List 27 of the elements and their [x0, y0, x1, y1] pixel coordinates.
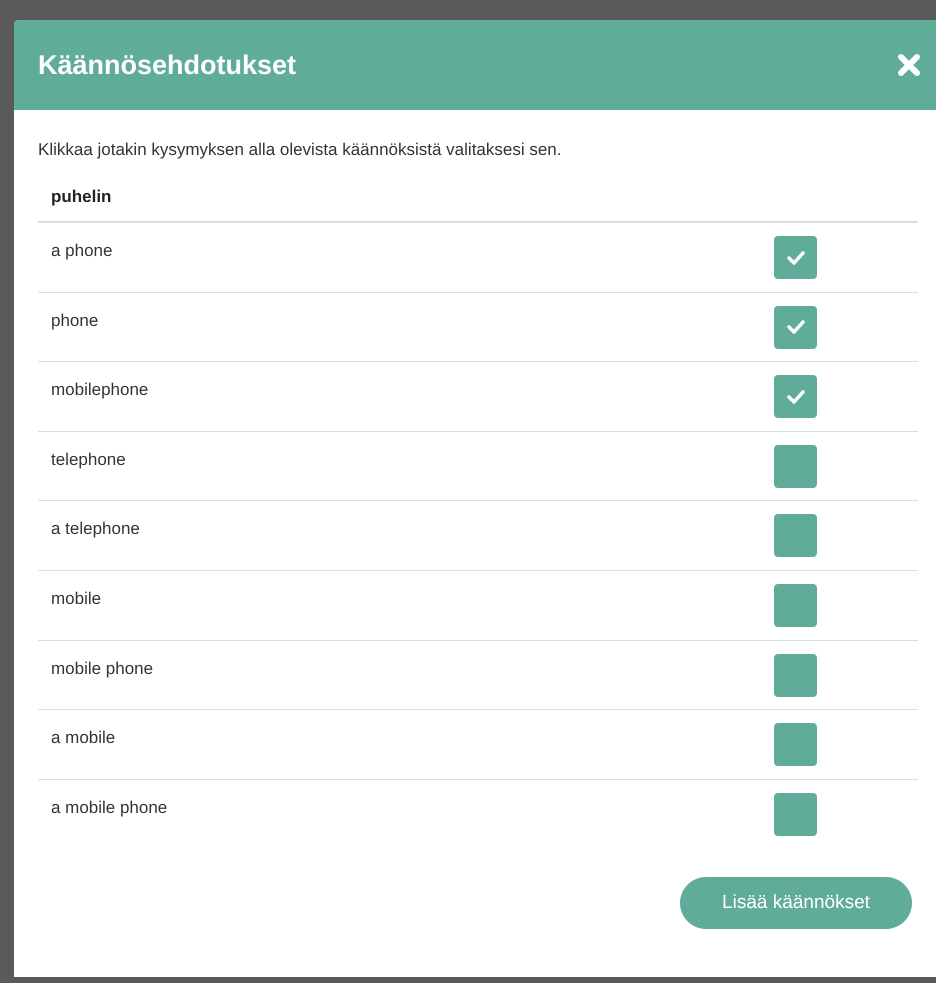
translation-text: a mobile phone — [51, 796, 168, 819]
instructions-text: Klikkaa jotakin kysymyksen alla olevista käännöksistä valitaksesi sen. — [38, 139, 562, 161]
translation-text: mobilephone — [51, 379, 150, 402]
translation-checkbox[interactable] — [774, 236, 817, 279]
translation-text: phone — [51, 310, 100, 332]
close-button[interactable] — [896, 52, 922, 78]
question-text: puhelin — [38, 186, 918, 223]
translation-checkbox[interactable] — [774, 792, 817, 836]
translation-text: a phone — [51, 240, 114, 262]
dialog-title: Käännösehdotukset — [38, 48, 296, 82]
translation-checkbox[interactable] — [774, 723, 817, 766]
checkmark-icon — [786, 250, 804, 264]
translation-text: mobile phone — [51, 658, 154, 680]
translation-checkbox[interactable] — [774, 514, 817, 558]
checkmark-icon — [786, 390, 804, 404]
translation-text: a telephone — [51, 518, 141, 540]
translation-checkbox[interactable] — [774, 375, 817, 418]
close-icon — [898, 54, 920, 76]
translation-text: mobile — [51, 588, 102, 610]
checkmark-icon — [786, 320, 804, 334]
translation-checkbox[interactable] — [774, 654, 817, 697]
translation-checkbox[interactable] — [774, 444, 817, 488]
add-translations-button[interactable]: Lisää käännökset — [680, 877, 912, 930]
translation-text: telephone — [51, 448, 127, 471]
translation-checkbox[interactable] — [774, 306, 817, 349]
translation-text: a mobile — [51, 727, 116, 750]
translation-checkbox[interactable] — [774, 584, 817, 627]
